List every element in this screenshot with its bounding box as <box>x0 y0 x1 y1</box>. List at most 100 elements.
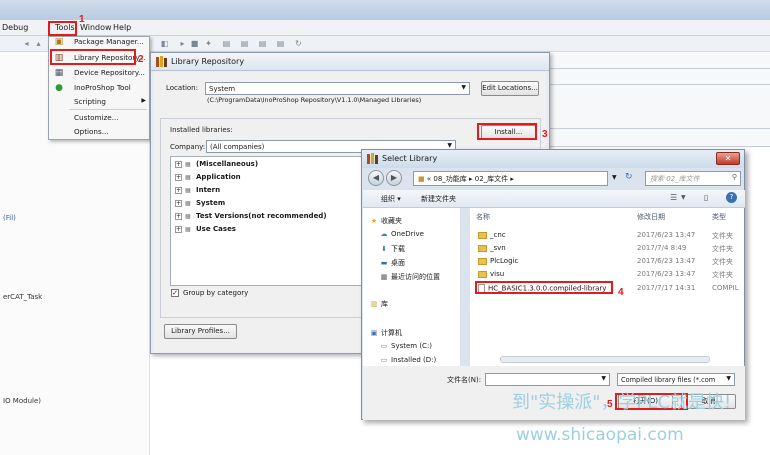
nav-item-downloads[interactable]: ⬇ 下载 <box>379 244 405 254</box>
expand-icon[interactable]: + <box>175 173 182 181</box>
nav-item-libraries[interactable]: ▥ 库 <box>369 299 388 309</box>
dialog-title-bar: Select Library ✕ <box>362 150 744 168</box>
toolbar-icon[interactable]: ▤ <box>258 39 267 48</box>
toolbar-icon[interactable]: ▤ <box>276 39 285 48</box>
back-icon[interactable]: ◀ <box>368 170 384 186</box>
menu-item-inoproshop-tool[interactable]: ● InoProShop Tool <box>52 81 148 95</box>
toolbar-icon[interactable]: ◂ <box>22 39 31 48</box>
nav-item-onedrive[interactable]: ☁ OneDrive <box>379 230 424 238</box>
nav-item-drive-d[interactable]: ▭ Installed (D:) <box>379 356 437 364</box>
chevron-down-icon[interactable]: ▼ <box>681 194 686 201</box>
address-dropdown-icon[interactable]: ▼ <box>612 174 617 181</box>
device-tree-text: IO Module) <box>3 397 41 405</box>
toolbar-icon[interactable]: ■ <box>190 39 199 48</box>
library-folder-icon: ▥ <box>370 300 378 308</box>
expand-icon[interactable]: + <box>175 212 182 220</box>
file-row[interactable]: _cnc 2017/6/23 13:47 文件夹 <box>470 230 744 242</box>
nav-item-drive-c[interactable]: ▭ System (C:) <box>379 342 432 350</box>
file-row[interactable]: visu 2017/6/23 13:47 文件夹 <box>470 269 744 281</box>
expand-icon[interactable]: + <box>175 199 182 207</box>
annotation-number: 3 <box>542 129 548 140</box>
view-icon[interactable]: ☰ <box>670 193 677 202</box>
company-label: Company: <box>170 143 206 151</box>
package-icon: ▣ <box>54 37 64 47</box>
group-by-category-checkbox[interactable]: ✓ <box>171 289 179 297</box>
folder-icon <box>478 270 487 278</box>
annotation-box-tools <box>48 21 77 36</box>
menu-item-device-repository[interactable]: ▦ Device Repository... <box>52 66 148 80</box>
watermark-slogan: 到"实操派"，学PLC就是快! <box>512 392 732 413</box>
desktop-icon: ▬ <box>380 259 388 267</box>
file-row[interactable]: _svn 2017/7/4 8:49 文件夹 <box>470 243 744 255</box>
nav-item-desktop[interactable]: ▬ 桌面 <box>379 258 405 268</box>
category-icon: ▦ <box>185 225 191 233</box>
new-folder-button[interactable]: 新建文件夹 <box>421 194 456 204</box>
menu-debug[interactable]: Debug <box>2 23 28 32</box>
toolbar-icon[interactable]: ▴ <box>34 39 43 48</box>
nav-item-computer[interactable]: ▣ 计算机 <box>369 328 402 338</box>
annotation-box-library-file <box>475 281 613 294</box>
library-profiles-button[interactable]: Library Profiles... <box>164 324 237 339</box>
toolbar-icon[interactable]: ✦ <box>204 39 213 48</box>
tool-icon: ● <box>55 83 63 93</box>
forward-icon[interactable]: ▶ <box>386 170 402 186</box>
library-tree[interactable]: + ▦ (Miscellaneous) + ▦ Application + ▦ Intern… <box>170 156 366 286</box>
tree-node[interactable]: + ▦ (Miscellaneous) <box>175 160 258 168</box>
toolbar-icon[interactable]: ↻ <box>294 39 303 48</box>
annotation-number: 1 <box>79 14 85 25</box>
edit-locations-button[interactable]: Edit Locations... <box>481 81 539 96</box>
category-icon: ▦ <box>185 173 191 181</box>
menu-item-package-manager[interactable]: ▣ Package Manager... <box>52 35 148 49</box>
menu-item-customize[interactable]: Customize... <box>52 111 148 125</box>
toolbar-icon[interactable]: ▤ <box>240 39 249 48</box>
annotation-box-library-repository <box>50 49 136 65</box>
command-bar: 组织 ▾ 新建文件夹 ☰ ▼ ▯ ? <box>363 190 745 208</box>
tree-node[interactable]: + ▦ Use Cases <box>175 225 236 233</box>
tree-node[interactable]: + ▦ Test Versions(not recommended) <box>175 212 327 220</box>
library-icon <box>367 153 378 164</box>
expand-icon[interactable]: + <box>175 160 182 168</box>
horizontal-scrollbar[interactable] <box>500 356 710 363</box>
chevron-down-icon: ▼ <box>447 142 452 149</box>
nav-item-recent[interactable]: ▦ 最近访问的位置 <box>379 272 440 282</box>
menu-item-scripting[interactable]: Scripting ▶ <box>52 95 148 109</box>
preview-pane-icon[interactable]: ▯ <box>704 193 708 202</box>
expand-icon[interactable]: + <box>175 186 182 194</box>
refresh-icon[interactable]: ↻ <box>625 172 633 182</box>
folder-icon: ■ <box>418 175 425 183</box>
organize-button[interactable]: 组织 ▾ <box>381 194 401 204</box>
device-tree-text: erCAT_Task <box>3 293 43 301</box>
column-header-name[interactable]: 名称 <box>476 212 490 222</box>
close-icon[interactable]: ✕ <box>716 152 740 165</box>
file-row[interactable]: PlcLogic 2017/6/23 13:47 文件夹 <box>470 256 744 268</box>
nav-item-favorites[interactable]: ★ 收藏夹 <box>369 216 402 226</box>
cloud-icon: ☁ <box>380 230 388 238</box>
menu-help[interactable]: Help <box>113 23 131 32</box>
search-input[interactable]: 搜索 02_库文件 ⚲ <box>645 171 741 186</box>
filename-input[interactable]: ▼ <box>485 373 610 386</box>
menu-item-options[interactable]: Options... <box>52 125 148 139</box>
device-tree-text: (Fil) <box>3 214 16 222</box>
column-header-type[interactable]: 类型 <box>712 212 726 222</box>
ide-divider <box>550 68 770 69</box>
device-icon: ▦ <box>54 68 64 78</box>
toolbar-icon[interactable]: ▸ <box>178 39 187 48</box>
recent-icon: ▦ <box>380 273 388 281</box>
address-bar[interactable]: ■ « 08_功能库 ▸ 02_库文件 ▸ <box>413 171 608 186</box>
annotation-number: 4 <box>618 287 624 298</box>
column-header-date[interactable]: 修改日期 <box>637 212 665 222</box>
category-icon: ▦ <box>185 160 191 168</box>
file-type-filter[interactable]: Compiled library files (*.com ▼ <box>617 373 735 386</box>
tree-node[interactable]: + ▦ System <box>175 199 225 207</box>
help-icon[interactable]: ? <box>726 192 737 203</box>
location-combo[interactable]: System ▼ <box>205 82 470 95</box>
tree-node[interactable]: + ▦ Application <box>175 173 241 181</box>
tree-node[interactable]: + ▦ Intern <box>175 186 220 194</box>
expand-icon[interactable]: + <box>175 225 182 233</box>
toolbar-icon[interactable]: ▤ <box>222 39 231 48</box>
filename-label: 文件名(N): <box>447 376 482 384</box>
submenu-arrow-icon: ▶ <box>141 97 146 104</box>
dialog-title: Select Library <box>382 154 438 163</box>
toolbar-icon[interactable]: ◧ <box>160 39 169 48</box>
annotation-box-install <box>477 123 537 140</box>
